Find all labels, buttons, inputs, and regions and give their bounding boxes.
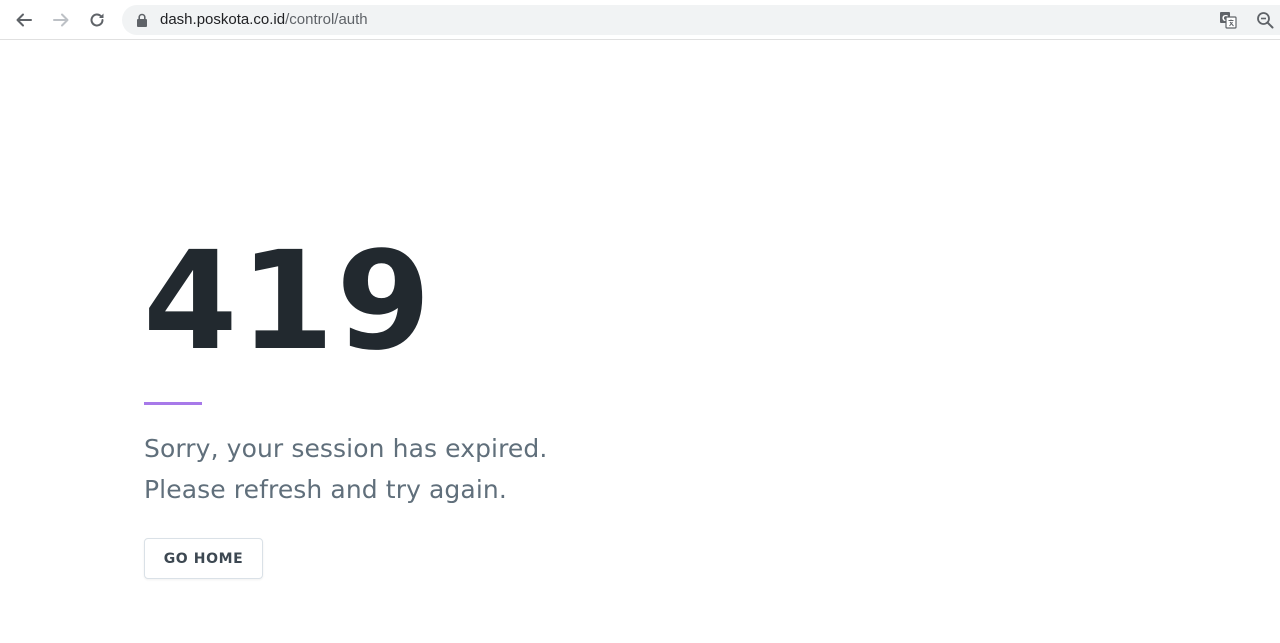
url-path: /control/auth xyxy=(285,11,368,28)
accent-divider xyxy=(144,402,202,405)
arrow-right-icon xyxy=(53,13,69,27)
url-text[interactable]: dash.poskota.co.id/control/auth xyxy=(160,11,368,29)
translate-icon[interactable]: G xyxy=(1219,11,1237,29)
zoom-out-icon[interactable] xyxy=(1256,11,1274,29)
error-message-line-2: Please refresh and try again. xyxy=(144,475,507,504)
back-button[interactable] xyxy=(10,6,38,34)
error-code: 419 xyxy=(143,223,433,381)
error-message: Sorry, your session has expired. Please … xyxy=(144,428,547,510)
lock-icon[interactable] xyxy=(136,13,148,27)
error-message-line-1: Sorry, your session has expired. xyxy=(144,434,548,463)
arrow-left-icon xyxy=(16,13,32,27)
reload-button[interactable] xyxy=(83,6,111,34)
address-bar[interactable]: dash.poskota.co.id/control/auth G xyxy=(122,5,1280,35)
reload-icon xyxy=(90,13,104,27)
url-host: dash.poskota.co.id xyxy=(160,11,286,28)
forward-button[interactable] xyxy=(47,6,75,34)
go-home-button[interactable]: GO HOME xyxy=(144,538,263,579)
browser-toolbar: dash.poskota.co.id/control/auth G xyxy=(0,0,1280,40)
